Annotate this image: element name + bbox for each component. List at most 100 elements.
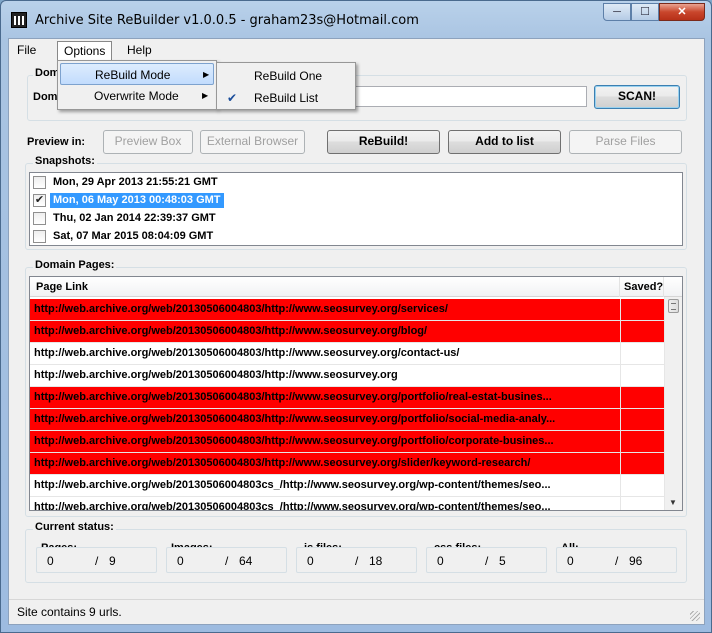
scrollbar-thumb[interactable] xyxy=(668,299,679,313)
close-button[interactable]: ✕ xyxy=(659,3,705,21)
menu-file[interactable]: File xyxy=(11,41,42,60)
images-done: 0 xyxy=(177,554,184,568)
all-total: 96 xyxy=(629,554,643,568)
current-status-label: Current status: xyxy=(33,521,116,533)
window-title: Archive Site ReBuilder v1.0.0.5 - graham… xyxy=(35,13,419,28)
page-link-cell: http://web.archive.org/web/2013050600480… xyxy=(34,413,556,425)
js-done: 0 xyxy=(307,554,314,568)
scan-button[interactable]: SCAN! xyxy=(594,85,680,109)
saved-cell xyxy=(620,343,664,365)
snapshot-item[interactable]: Mon, 29 Apr 2013 21:55:21 GMT xyxy=(30,173,430,191)
table-row[interactable]: http://web.archive.org/web/2013050600480… xyxy=(30,299,664,321)
snapshot-item[interactable]: Sat, 07 Mar 2015 08:04:09 GMT xyxy=(30,227,430,245)
client-area: File Options Help Dom Dom SCAN! Preview … xyxy=(8,38,705,625)
snapshots-list[interactable]: Mon, 29 Apr 2013 21:55:21 GMT ✔ Mon, 06 … xyxy=(29,172,683,246)
add-to-list-button[interactable]: Add to list xyxy=(448,130,561,154)
snapshot-date: Mon, 06 May 2013 00:48:03 GMT xyxy=(50,193,224,208)
js-sep: / xyxy=(355,554,359,568)
all-sep: / xyxy=(615,554,619,568)
domain-field-label: Dom xyxy=(33,91,58,103)
snapshot-checkbox[interactable]: ✔ xyxy=(33,194,46,207)
snapshot-item[interactable]: ✔ Mon, 06 May 2013 00:48:03 GMT xyxy=(30,191,430,209)
snapshot-item[interactable]: Thu, 02 Jan 2014 22:39:37 GMT xyxy=(30,209,430,227)
menu-item-label: ReBuild One xyxy=(254,69,323,83)
page-link-cell: http://web.archive.org/web/2013050600480… xyxy=(34,347,460,359)
css-total: 5 xyxy=(499,554,506,568)
saved-cell xyxy=(620,387,664,409)
saved-cell xyxy=(620,409,664,431)
page-link-cell: http://web.archive.org/web/2013050600480… xyxy=(34,479,551,491)
all-counter: 0 / 96 xyxy=(556,547,677,573)
images-total: 64 xyxy=(239,554,253,568)
table-row[interactable]: http://web.archive.org/web/2013050600480… xyxy=(30,431,664,453)
menu-bar: File Options Help xyxy=(9,39,704,61)
js-counter: 0 / 18 xyxy=(296,547,417,573)
snapshot-checkbox[interactable] xyxy=(33,212,46,225)
checkmark-icon: ✔ xyxy=(227,91,238,105)
column-saved[interactable]: Saved? xyxy=(620,277,664,297)
title-bar[interactable]: Archive Site ReBuilder v1.0.0.5 - graham… xyxy=(1,1,711,37)
domain-pages-table[interactable]: Page Link Saved? http://web.archive.org/… xyxy=(29,276,683,511)
pages-sep: / xyxy=(95,554,99,568)
table-row[interactable]: http://web.archive.org/web/2013050600480… xyxy=(30,409,664,431)
table-row[interactable]: http://web.archive.org/web/2013050600480… xyxy=(30,365,664,387)
snapshot-date: Thu, 02 Jan 2014 22:39:37 GMT xyxy=(53,212,216,224)
menu-options[interactable]: Options xyxy=(57,41,113,60)
snapshot-date: Sat, 07 Mar 2015 08:04:09 GMT xyxy=(53,230,214,242)
column-page-link[interactable]: Page Link xyxy=(30,277,620,297)
snapshot-checkbox[interactable] xyxy=(33,230,46,243)
page-link-cell: http://web.archive.org/web/2013050600480… xyxy=(34,435,554,447)
menu-item-rebuild-one[interactable]: ReBuild One xyxy=(219,65,353,87)
css-sep: / xyxy=(485,554,489,568)
rebuild-button[interactable]: ReBuild! xyxy=(327,130,440,154)
page-link-cell: http://web.archive.org/web/2013050600480… xyxy=(34,303,448,315)
table-row[interactable]: http://web.archive.org/web/2013050600480… xyxy=(30,497,664,511)
page-link-cell: http://web.archive.org/web/2013050600480… xyxy=(34,391,552,403)
app-icon[interactable] xyxy=(11,12,27,28)
minimize-button[interactable]: ─ xyxy=(603,3,631,21)
page-link-cell: http://web.archive.org/web/2013050600480… xyxy=(34,325,428,337)
preview-box-button[interactable]: Preview Box xyxy=(103,130,193,154)
table-row[interactable]: http://web.archive.org/web/2013050600480… xyxy=(30,453,664,475)
pages-counter: 0 / 9 xyxy=(36,547,157,573)
maximize-button[interactable]: ☐ xyxy=(631,3,659,21)
menu-item-overwrite-mode[interactable]: Overwrite Mode ▶ xyxy=(60,85,214,107)
menu-item-label: ReBuild List xyxy=(254,91,319,105)
saved-cell xyxy=(620,453,664,475)
submenu-arrow-icon: ▶ xyxy=(202,91,209,100)
table-row[interactable]: http://web.archive.org/web/2013050600480… xyxy=(30,321,664,343)
menu-item-label: Overwrite Mode xyxy=(94,89,179,103)
external-browser-button[interactable]: External Browser xyxy=(200,130,305,154)
js-total: 18 xyxy=(369,554,383,568)
table-header: Page Link Saved? xyxy=(30,277,682,297)
page-link-cell: http://web.archive.org/web/2013050600480… xyxy=(34,501,551,511)
menu-item-label: ReBuild Mode xyxy=(95,68,171,82)
rebuild-mode-submenu: ReBuild One ✔ ReBuild List xyxy=(216,62,356,110)
saved-cell xyxy=(620,497,664,510)
submenu-arrow-icon: ▶ xyxy=(203,70,210,79)
saved-cell xyxy=(620,299,664,321)
css-done: 0 xyxy=(437,554,444,568)
snapshot-checkbox[interactable] xyxy=(33,176,46,189)
menu-help[interactable]: Help xyxy=(121,41,158,60)
css-counter: 0 / 5 xyxy=(426,547,547,573)
status-bar: Site contains 9 urls. xyxy=(9,599,704,624)
table-row[interactable]: http://web.archive.org/web/2013050600480… xyxy=(30,475,664,497)
pages-total: 9 xyxy=(109,554,116,568)
scroll-down-arrow-icon[interactable]: ▼ xyxy=(669,498,677,507)
images-sep: / xyxy=(225,554,229,568)
app-window: Archive Site ReBuilder v1.0.0.5 - graham… xyxy=(0,0,712,633)
page-link-cell: http://web.archive.org/web/2013050600480… xyxy=(34,369,398,381)
resize-grip-icon[interactable] xyxy=(690,611,700,621)
table-row[interactable]: http://web.archive.org/web/2013050600480… xyxy=(30,343,664,365)
vertical-scrollbar[interactable]: ▼ xyxy=(664,297,682,510)
domain-pages-label: Domain Pages: xyxy=(33,259,117,271)
options-menu: ReBuild Mode ▶ Overwrite Mode ▶ xyxy=(57,60,217,110)
parse-files-button[interactable]: Parse Files xyxy=(569,130,682,154)
table-row[interactable]: http://web.archive.org/web/2013050600480… xyxy=(30,387,664,409)
menu-item-rebuild-mode[interactable]: ReBuild Mode ▶ xyxy=(60,63,214,85)
menu-item-rebuild-list[interactable]: ✔ ReBuild List xyxy=(219,87,353,109)
saved-cell xyxy=(620,475,664,497)
status-text: Site contains 9 urls. xyxy=(17,605,122,619)
preview-in-label: Preview in: xyxy=(27,136,86,148)
